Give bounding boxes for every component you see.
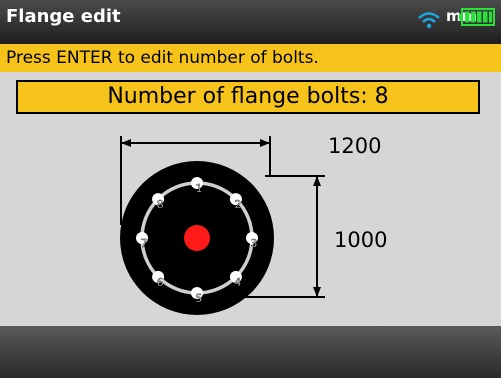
- bolt-label-5: 5: [196, 292, 203, 305]
- center-marker: [184, 225, 210, 251]
- bolt-label-1: 1: [196, 182, 203, 195]
- bolt-label-2: 2: [234, 198, 241, 211]
- bottom-bar: [0, 326, 501, 378]
- bolt-label-7: 7: [141, 237, 148, 250]
- bolt-label-8: 8: [157, 198, 164, 211]
- bolt-label-6: 6: [157, 276, 164, 289]
- height-value: 1000: [334, 228, 388, 252]
- bolt-label-4: 4: [234, 276, 241, 289]
- bolt-label-3: 3: [251, 237, 258, 250]
- width-value: 1200: [328, 134, 382, 158]
- flange-diagram: 1 2 3 4 5 6 7 8: [120, 136, 325, 315]
